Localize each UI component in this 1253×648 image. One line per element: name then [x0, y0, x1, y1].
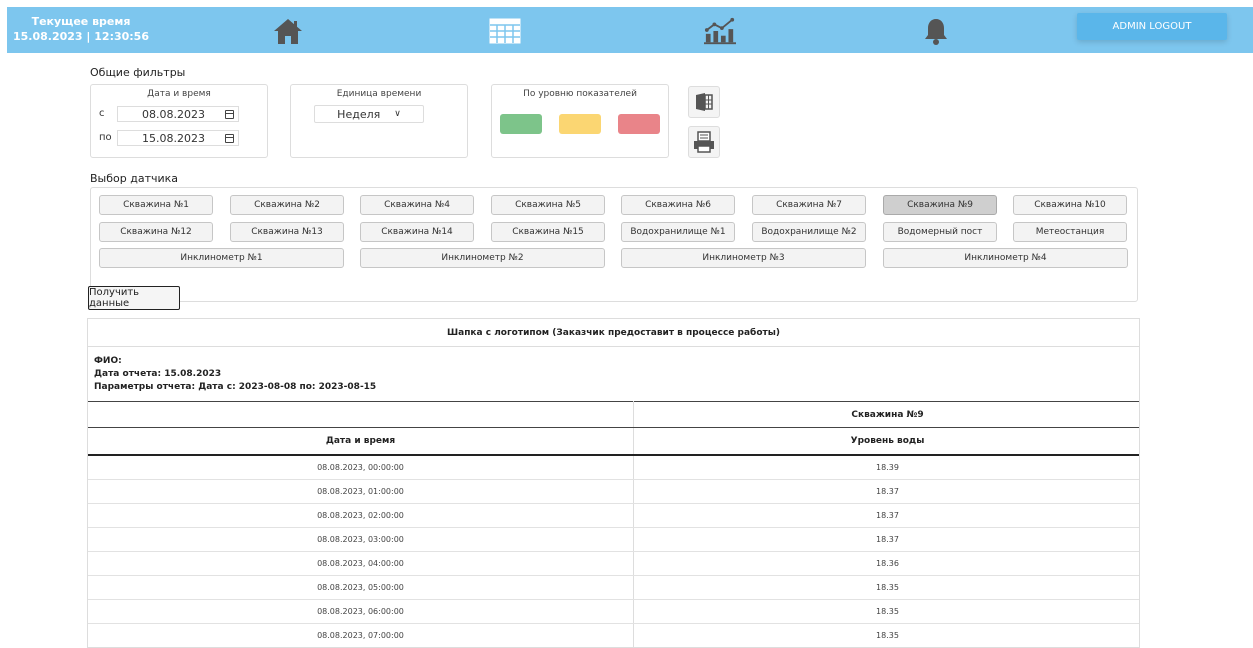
sensor-button[interactable]: Скважина №15: [491, 222, 605, 242]
report-info: ФИО: Дата отчета: 15.08.2023 Параметры о…: [94, 355, 376, 394]
print-button[interactable]: [688, 126, 720, 158]
export-excel-button[interactable]: [688, 86, 720, 118]
sensor-button[interactable]: Водохранилище №2: [752, 222, 866, 242]
time-unit-title: Единица времени: [336, 89, 422, 99]
table-cell-level: 18.36: [876, 559, 899, 568]
chart-icon[interactable]: [704, 17, 736, 45]
table-cell-datetime: 08.08.2023, 01:00:00: [317, 487, 404, 496]
sensor-button[interactable]: Инклинометр №4: [883, 248, 1128, 268]
table-cell-level: 18.35: [876, 607, 899, 616]
table-cell-datetime: 08.08.2023, 04:00:00: [317, 559, 404, 568]
level-red-button[interactable]: [618, 114, 660, 134]
sensor-button[interactable]: Скважина №1: [99, 195, 213, 215]
level-filter-box: По уровню показателей: [491, 84, 669, 158]
table-cell-datetime: 08.08.2023, 02:00:00: [317, 511, 404, 520]
table-cell-datetime: 08.08.2023, 03:00:00: [317, 535, 404, 544]
calendar-icon[interactable]: [225, 134, 234, 143]
sensor-button[interactable]: Водохранилище №1: [621, 222, 735, 242]
calendar-icon[interactable]: [225, 110, 234, 119]
table-cell-level: 18.37: [876, 535, 899, 544]
time-unit-box: Единица времени Неделя ∨: [290, 84, 468, 158]
sensor-button[interactable]: Скважина №12: [99, 222, 213, 242]
sensor-button[interactable]: Скважина №4: [360, 195, 474, 215]
chevron-down-icon: ∨: [394, 109, 401, 119]
sensor-button-active[interactable]: Скважина №9: [883, 195, 997, 215]
to-label: по: [99, 132, 112, 143]
sensor-name-header: Скважина №9: [851, 409, 924, 420]
sensor-button[interactable]: Скважина №10: [1013, 195, 1127, 215]
table-cell-level: 18.35: [876, 631, 899, 640]
table-cell-level: 18.35: [876, 583, 899, 592]
table-cell-level: 18.39: [876, 463, 899, 472]
sensor-button[interactable]: Инклинометр №2: [360, 248, 605, 268]
table-cell-datetime: 08.08.2023, 07:00:00: [317, 631, 404, 640]
clock: Текущее время 15.08.2023 | 12:30:56: [7, 7, 155, 53]
home-icon[interactable]: [272, 17, 304, 45]
admin-logout-button[interactable]: ADMIN LOGOUT: [1077, 13, 1227, 40]
level-green-button[interactable]: [500, 114, 542, 134]
sensor-button[interactable]: Скважина №7: [752, 195, 866, 215]
sensor-button[interactable]: Скважина №14: [360, 222, 474, 242]
time-unit-select[interactable]: Неделя ∨: [314, 105, 424, 123]
sensor-button[interactable]: Скважина №2: [230, 195, 344, 215]
time-unit-value: Неделя: [337, 107, 381, 121]
level-filter-title: По уровню показателей: [523, 89, 637, 99]
date-from-value: 08.08.2023: [142, 107, 205, 121]
report-fio: ФИО:: [94, 356, 122, 366]
table-cell-datetime: 08.08.2023, 06:00:00: [317, 607, 404, 616]
top-bar: Текущее время 15.08.2023 | 12:30:56 ADMI…: [7, 7, 1253, 53]
date-filter-title: Дата и время: [147, 89, 211, 99]
column-header-datetime: Дата и время: [325, 436, 396, 446]
sensor-panel: Скважина №1 Скважина №2 Скважина №4 Сква…: [90, 187, 1138, 302]
report-date: Дата отчета: 15.08.2023: [94, 369, 222, 379]
column-header-level: Уровень воды: [850, 436, 925, 446]
clock-label: Текущее время: [31, 15, 131, 28]
date-filter-box: Дата и время с 08.08.2023 по 15.08.2023: [90, 84, 268, 158]
clock-value: 15.08.2023 | 12:30:56: [13, 30, 149, 43]
sensor-select-title: Выбор датчика: [90, 172, 179, 185]
sensor-button[interactable]: Скважина №13: [230, 222, 344, 242]
date-from-input[interactable]: 08.08.2023: [117, 106, 239, 122]
sensor-button[interactable]: Скважина №5: [491, 195, 605, 215]
date-to-value: 15.08.2023: [142, 131, 205, 145]
bell-icon[interactable]: [920, 17, 952, 45]
report: Шапка с логотипом (Заказчик предоставит …: [87, 318, 1140, 648]
table-icon[interactable]: [489, 17, 521, 45]
table-cell-datetime: 08.08.2023, 05:00:00: [317, 583, 404, 592]
excel-icon: [696, 93, 713, 111]
from-label: с: [99, 108, 105, 119]
sensor-button[interactable]: Водомерный пост: [883, 222, 997, 242]
table-cell-level: 18.37: [876, 487, 899, 496]
level-yellow-button[interactable]: [559, 114, 601, 134]
filters-title: Общие фильтры: [90, 66, 186, 79]
print-icon: [694, 131, 714, 153]
sensor-button[interactable]: Скважина №6: [621, 195, 735, 215]
get-data-button[interactable]: Получить данные: [88, 286, 180, 310]
sensor-button[interactable]: Инклинометр №3: [621, 248, 866, 268]
table-cell-datetime: 08.08.2023, 00:00:00: [317, 463, 404, 472]
report-header: Шапка с логотипом (Заказчик предоставит …: [88, 319, 1139, 347]
date-to-input[interactable]: 15.08.2023: [117, 130, 239, 146]
table-cell-level: 18.37: [876, 511, 899, 520]
sensor-button[interactable]: Метеостанция: [1013, 222, 1127, 242]
sensor-button[interactable]: Инклинометр №1: [99, 248, 344, 268]
report-params: Параметры отчета: Дата с: 2023-08-08 по:…: [94, 382, 377, 392]
